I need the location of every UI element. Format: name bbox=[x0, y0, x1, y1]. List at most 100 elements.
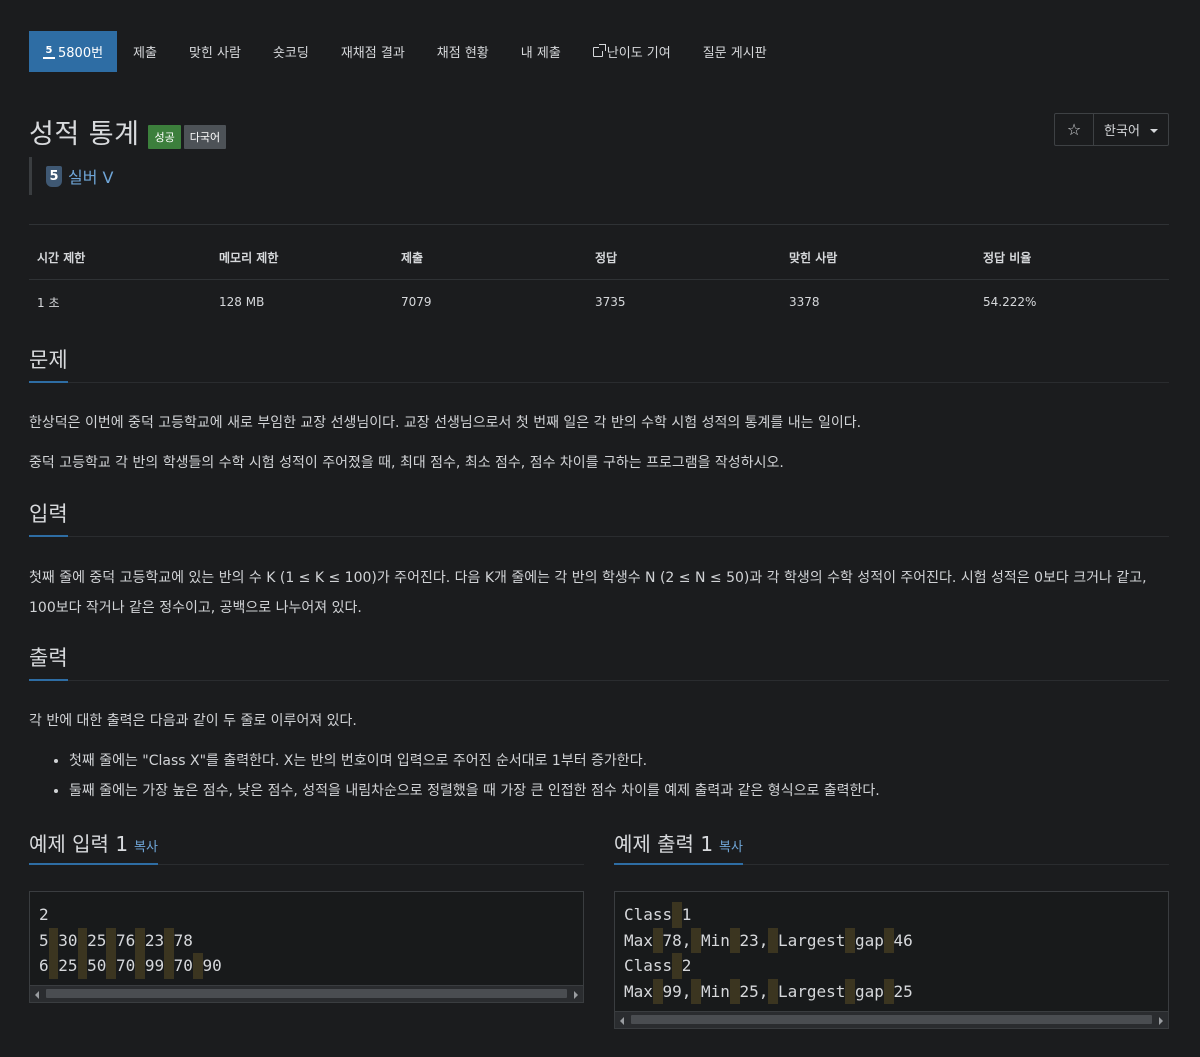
sample-output-box[interactable]: Class 1 Max 78, Min 23, Largest gap 46 C… bbox=[614, 891, 1169, 1029]
output-rules-list: 첫째 줄에는 "Class X"를 출력한다. X는 반의 번호이며 입력으로 … bbox=[29, 746, 1169, 806]
sample-input-box[interactable]: 2 5 30 25 76 23 78 6 25 50 70 99 70 90 bbox=[29, 891, 584, 1003]
nav-short-coding[interactable]: 숏코딩 bbox=[257, 31, 325, 72]
problem-info-table: 시간 제한 메모리 제한 제출 정답 맞힌 사람 정답 비율 1 초 128 M… bbox=[29, 245, 1169, 315]
whitespace-marker bbox=[135, 927, 145, 953]
output-description: 각 반에 대한 출력은 다음과 같이 두 줄로 이루어져 있다. bbox=[29, 713, 357, 729]
whitespace-marker bbox=[672, 953, 682, 979]
whitespace-marker bbox=[652, 978, 663, 1004]
nav-my-submissions[interactable]: 내 제출 bbox=[505, 31, 577, 72]
whitespace-marker bbox=[77, 927, 88, 953]
whitespace-marker bbox=[729, 927, 740, 953]
nav-label: 5800번 bbox=[58, 46, 104, 61]
code-line: 5 30 25 76 23 78 bbox=[39, 927, 193, 953]
accept-ratio-value: 54.222% bbox=[983, 295, 1037, 310]
list-item: 둘째 줄에는 가장 높은 점수, 낮은 점수, 성적을 내림차순으로 정렬했을 … bbox=[69, 776, 1169, 806]
whitespace-marker bbox=[106, 953, 116, 979]
nav-difficulty-contribution[interactable]: 난이도 기여 bbox=[577, 31, 687, 72]
list-item: 첫째 줄에는 "Class X"를 출력한다. X는 반의 번호이며 입력으로 … bbox=[69, 746, 1169, 776]
whitespace-marker bbox=[729, 978, 740, 1004]
whitespace-marker bbox=[883, 978, 894, 1004]
whitespace-marker bbox=[164, 953, 174, 979]
multilang-badge: 다국어 bbox=[183, 124, 227, 149]
scroll-thumb[interactable] bbox=[631, 1015, 1152, 1024]
page-title: 성적 통계 bbox=[29, 119, 140, 150]
language-label: 한국어 bbox=[1104, 124, 1140, 139]
whitespace-marker bbox=[48, 927, 59, 953]
accepted-value: 3735 bbox=[595, 295, 626, 310]
header-time-limit: 시간 제한 bbox=[29, 245, 211, 280]
whitespace-marker bbox=[691, 927, 701, 953]
whitespace-marker bbox=[672, 902, 682, 928]
external-link-icon bbox=[592, 43, 606, 57]
nav-label: 난이도 기여 bbox=[606, 46, 671, 61]
sample-heading: 예제 출력 1 복사 bbox=[614, 828, 743, 865]
scroll-right-icon[interactable] bbox=[1159, 1017, 1163, 1025]
code-line: 6 25 50 70 99 70 90 bbox=[39, 953, 222, 979]
nav-solved-users[interactable]: 맞힌 사람 bbox=[173, 31, 257, 72]
output-section-header: 출력 bbox=[29, 645, 1169, 681]
section-heading: 출력 bbox=[29, 642, 68, 681]
problem-nav: 5 5800번 제출 맞힌 사람 숏코딩 재채점 결과 채점 현황 내 제출 난… bbox=[29, 31, 783, 72]
description-paragraph: 중덕 고등학교 각 반의 학생들의 수학 시험 성적이 주어졌을 때, 최대 점… bbox=[29, 455, 784, 471]
divider bbox=[29, 224, 1169, 225]
sample-output-code: Class 1 Max 78, Min 23, Largest gap 46 C… bbox=[615, 892, 1168, 1004]
code-line: Class 2 bbox=[624, 953, 691, 979]
nav-rejudge-results[interactable]: 재채점 결과 bbox=[325, 31, 421, 72]
whitespace-marker bbox=[883, 927, 894, 953]
section-heading: 입력 bbox=[29, 498, 68, 537]
whitespace-marker bbox=[845, 978, 856, 1004]
copy-input-button[interactable]: 복사 bbox=[134, 840, 158, 855]
scroll-left-icon[interactable] bbox=[35, 991, 39, 999]
nav-question-board[interactable]: 질문 게시판 bbox=[687, 31, 783, 72]
nav-judge-status[interactable]: 채점 현황 bbox=[421, 31, 505, 72]
language-dropdown[interactable]: 한국어 bbox=[1094, 114, 1168, 145]
whitespace-marker bbox=[691, 978, 701, 1004]
header-submissions: 제출 bbox=[393, 245, 587, 280]
header-memory-limit: 메모리 제한 bbox=[211, 245, 393, 280]
problem-title-row: 성적 통계 성공 다국어 bbox=[29, 112, 227, 151]
whitespace-marker bbox=[845, 927, 856, 953]
nav-submit[interactable]: 제출 bbox=[117, 31, 173, 72]
tier-label[interactable]: 실버 V bbox=[68, 164, 113, 188]
code-line: Max 99, Min 25, Largest gap 25 bbox=[624, 978, 913, 1004]
problem-tools: ☆ 한국어 bbox=[1054, 113, 1169, 146]
scroll-thumb[interactable] bbox=[46, 989, 567, 998]
horizontal-scrollbar[interactable] bbox=[615, 1011, 1168, 1028]
problem-tier: 5 실버 V bbox=[29, 157, 113, 195]
whitespace-marker bbox=[768, 978, 778, 1004]
header-accept-ratio: 정답 비율 bbox=[975, 245, 1169, 280]
star-button[interactable]: ☆ bbox=[1055, 114, 1094, 145]
memory-limit-value: 128 MB bbox=[219, 295, 265, 310]
sample-output-title: 예제 출력 1 bbox=[614, 832, 714, 856]
problem-section-header: 문제 bbox=[29, 347, 1169, 383]
silver-tier-icon: 5 bbox=[46, 165, 62, 187]
solved-users-value: 3378 bbox=[789, 295, 820, 310]
caret-down-icon bbox=[1149, 128, 1158, 133]
code-line: Max 78, Min 23, Largest gap 46 bbox=[624, 927, 913, 953]
scroll-right-icon[interactable] bbox=[574, 991, 578, 999]
whitespace-marker bbox=[48, 953, 59, 979]
problem-description: 한상덕은 이번에 중덕 고등학교에 새로 부임한 교장 선생님이다. 교장 선생… bbox=[29, 408, 1169, 478]
input-description: 첫째 줄에 중덕 고등학교에 있는 반의 수 K (1 ≤ K ≤ 100)가 … bbox=[29, 570, 1147, 616]
sample-input-header: 예제 입력 1 복사 bbox=[29, 828, 584, 865]
code-line: Class 1 bbox=[624, 902, 691, 928]
scroll-left-icon[interactable] bbox=[620, 1017, 624, 1025]
sample-heading: 예제 입력 1 복사 bbox=[29, 828, 158, 865]
whitespace-marker bbox=[192, 953, 203, 979]
copy-output-button[interactable]: 복사 bbox=[719, 840, 743, 855]
nav-problem-number[interactable]: 5 5800번 bbox=[29, 31, 118, 72]
whitespace-marker bbox=[135, 953, 145, 979]
time-limit-value: 1 초 bbox=[37, 295, 60, 310]
table-row: 1 초 128 MB 7079 3735 3378 54.222% bbox=[29, 279, 1169, 315]
success-badge: 성공 bbox=[148, 124, 181, 149]
sample-output-header: 예제 출력 1 복사 bbox=[614, 828, 1169, 865]
whitespace-marker bbox=[164, 927, 174, 953]
silver-tier-icon: 5 bbox=[43, 44, 55, 59]
description-paragraph: 한상덕은 이번에 중덕 고등학교에 새로 부임한 교장 선생님이다. 교장 선생… bbox=[29, 415, 862, 431]
sample-input-code: 2 5 30 25 76 23 78 6 25 50 70 99 70 90 bbox=[30, 892, 583, 979]
whitespace-marker bbox=[77, 953, 88, 979]
input-section-header: 입력 bbox=[29, 501, 1169, 537]
horizontal-scrollbar[interactable] bbox=[30, 985, 583, 1002]
star-icon: ☆ bbox=[1066, 120, 1082, 139]
section-heading: 문제 bbox=[29, 344, 68, 383]
